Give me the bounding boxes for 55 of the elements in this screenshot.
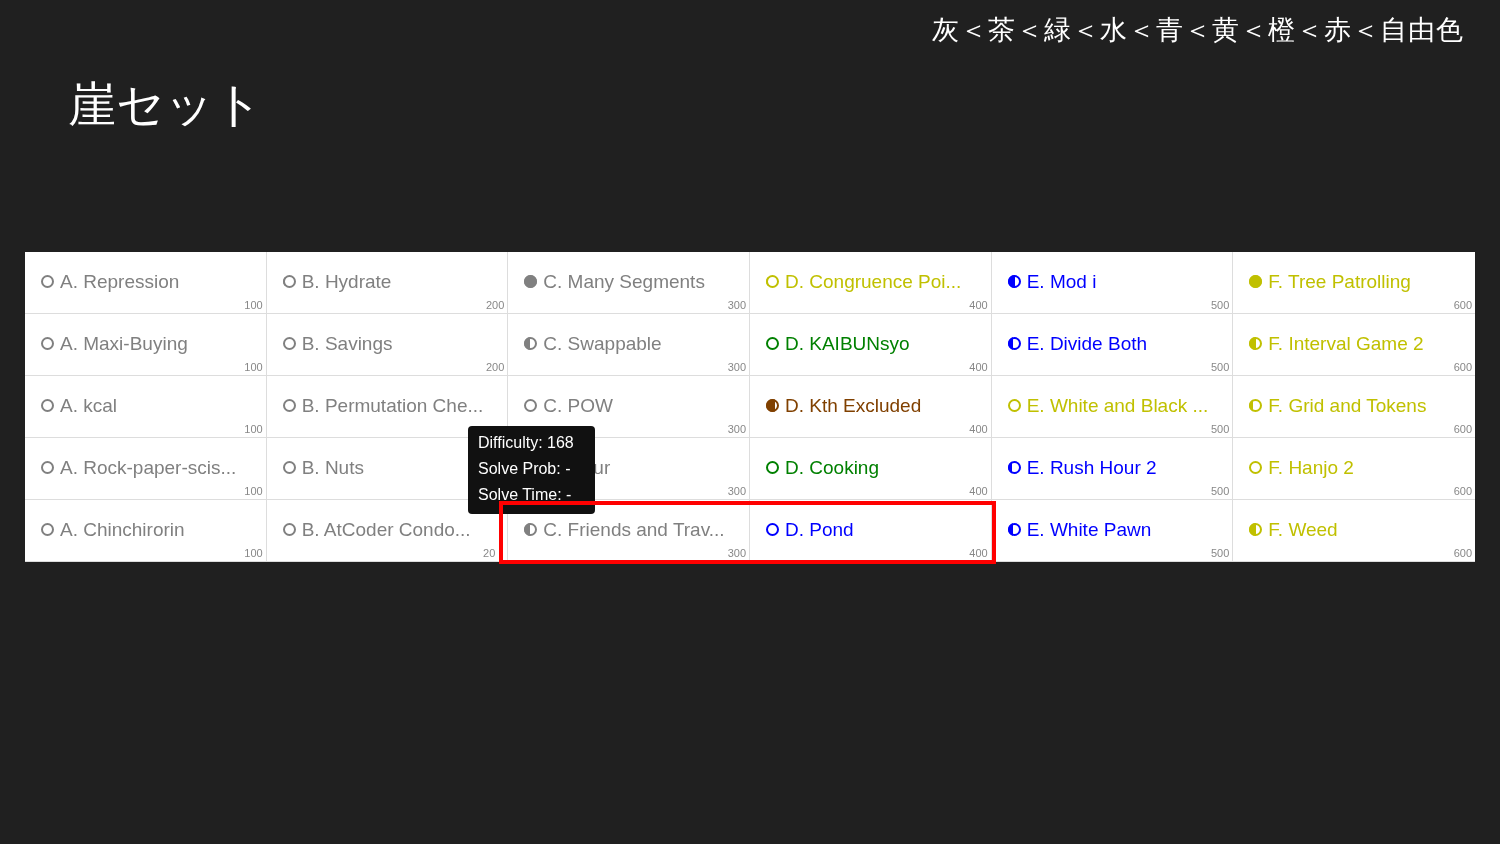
- problem-link[interactable]: C. Friends and Trav...: [543, 518, 725, 541]
- tooltip-line: Solve Time: -: [478, 485, 573, 505]
- problem-link[interactable]: D. Cooking: [785, 456, 879, 479]
- problem-link[interactable]: E. White Pawn: [1026, 518, 1152, 541]
- point-value: 300: [727, 485, 746, 497]
- problem-link[interactable]: B. Savings: [301, 332, 393, 355]
- point-value: 300: [727, 423, 746, 435]
- problem-link[interactable]: A. Repression: [60, 270, 180, 293]
- point-value: 400: [969, 547, 988, 559]
- point-value: 400: [969, 299, 988, 311]
- point-value: 500: [1210, 361, 1230, 373]
- point-value: 100: [244, 361, 263, 373]
- point-value: 600: [1453, 485, 1472, 497]
- problem-link[interactable]: B. Permutation Che...: [301, 394, 484, 417]
- point-value: 100: [244, 423, 263, 435]
- point-value: 300: [727, 547, 746, 559]
- slide-title: 崖セット: [68, 75, 264, 134]
- point-value: 200: [485, 299, 505, 311]
- point-value: 400: [969, 423, 988, 435]
- point-value: 100: [244, 299, 263, 311]
- point-value: 600: [1453, 299, 1472, 311]
- point-value: 400: [969, 361, 988, 373]
- point-value: 500: [1210, 299, 1230, 311]
- point-value: 300: [727, 299, 746, 311]
- problem-link[interactable]: B. Nuts: [301, 456, 364, 479]
- problem-link[interactable]: D. KAIBUNsyo: [785, 332, 910, 355]
- problem-link[interactable]: A. kcal: [60, 394, 118, 417]
- problem-link[interactable]: C. Swappable: [543, 332, 662, 355]
- tooltip-line: Solve Prob: -: [478, 459, 572, 479]
- problem-link[interactable]: D. Kth Excluded: [785, 394, 922, 417]
- color-legend: 灰＜茶＜緑＜水＜青＜黄＜橙＜赤＜自由色: [932, 12, 1464, 48]
- problem-link[interactable]: E. Rush Hour 2: [1026, 456, 1157, 479]
- point-value: 100: [244, 485, 263, 497]
- point-value: 600: [1453, 361, 1472, 373]
- tooltip-line: Difficulty: 168: [478, 433, 575, 453]
- problem-link[interactable]: C. Many Segments: [543, 270, 705, 293]
- point-value: 500: [1210, 423, 1230, 435]
- problem-link[interactable]: E. Mod i: [1026, 270, 1097, 293]
- problem-link[interactable]: A. Rock-paper-scis...: [60, 456, 237, 479]
- problem-link[interactable]: A. Chinchirorin: [60, 518, 185, 541]
- problem-link[interactable]: D. Pond: [785, 518, 854, 541]
- point-value: 100: [244, 547, 263, 559]
- problem-link[interactable]: E. Divide Both: [1026, 332, 1148, 355]
- point-value: 600: [1453, 547, 1472, 559]
- problem-link[interactable]: B. AtCoder Condo...: [301, 518, 471, 541]
- point-value: 500: [1210, 485, 1230, 497]
- problem-link[interactable]: C. POW: [543, 394, 613, 417]
- point-value: 500: [1210, 547, 1230, 559]
- point-value: 600: [1453, 423, 1472, 435]
- point-value: 300: [727, 361, 746, 373]
- point-value: 400: [969, 485, 988, 497]
- point-value: 20: [483, 547, 496, 559]
- point-value: 200: [485, 361, 505, 373]
- problem-link[interactable]: A. Maxi-Buying: [60, 332, 188, 355]
- problem-link[interactable]: B. Hydrate: [301, 270, 392, 293]
